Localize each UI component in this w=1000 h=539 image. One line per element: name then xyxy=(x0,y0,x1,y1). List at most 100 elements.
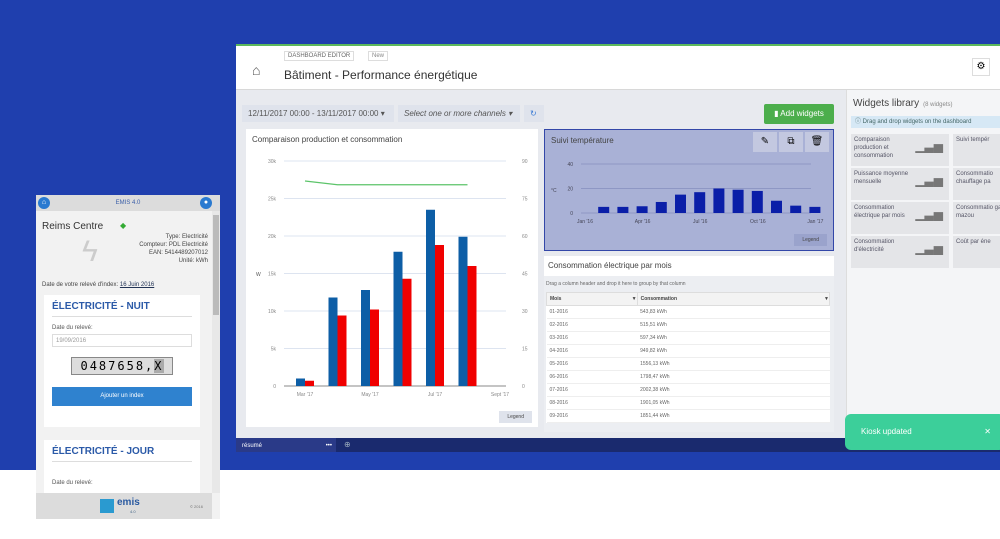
table-row[interactable]: 05-2016 1556,13 kWh xyxy=(546,357,830,371)
x-tick-label: May '17 xyxy=(361,392,379,398)
filter-icon[interactable]: ▼ xyxy=(824,296,829,302)
hint-text: Drag and drop widgets on the dashboard xyxy=(862,119,972,125)
channels-select[interactable]: Select one or more channels ▾ xyxy=(398,105,520,122)
copyright: © 2016 xyxy=(190,504,203,509)
widget-card[interactable]: Consommation électrique par mois ▁▃▅ xyxy=(851,202,949,234)
home-icon[interactable]: ⌂ xyxy=(252,62,260,78)
add-index-button[interactable]: Ajouter un index xyxy=(52,387,192,406)
toast-notification: Kiosk updated ✕ xyxy=(845,414,1000,450)
dashboard-window: ⌂ DASHBOARD EDITOR New Bâtiment - Perfor… xyxy=(236,44,1000,452)
widget-count: (8 widgets) xyxy=(923,102,953,108)
x-tick-label: Apr '16 xyxy=(635,219,651,225)
bar-production xyxy=(426,209,435,386)
table-row[interactable]: 02-2016 515,51 kWh xyxy=(546,318,830,332)
legend-button[interactable]: Legend xyxy=(794,234,827,246)
mobile-app: ⌂ EMIS 4.0 ● Reims Centre ◆ ϟ Type: Elec… xyxy=(36,195,220,519)
meter-ean: EAN: 5414489207012 xyxy=(148,250,208,256)
y-tick-label: 40 xyxy=(567,162,573,168)
refresh-icon[interactable]: ↻ xyxy=(524,105,544,122)
gear-icon[interactable]: ⚙ xyxy=(972,58,990,76)
temperature-bar xyxy=(751,190,763,213)
tab-menu-icon[interactable]: ••• xyxy=(326,438,332,452)
meter-unit: Unité: kWh xyxy=(178,258,208,264)
y-axis-label: °C xyxy=(551,188,557,194)
table-cell: 2002,38 kWh xyxy=(637,383,830,397)
date-link[interactable]: 16 Juin 2016 xyxy=(120,282,154,288)
y2-tick-label: 90 xyxy=(522,159,528,165)
filter-icon[interactable]: ▼ xyxy=(632,296,637,302)
temperature-bar xyxy=(655,201,667,213)
bar-production xyxy=(393,251,403,386)
dashboard-editor-dropdown[interactable]: DASHBOARD EDITOR xyxy=(284,51,355,61)
legend-button[interactable]: Legend xyxy=(499,411,532,423)
x-tick-label: Jan '16 xyxy=(577,219,593,225)
table-cell: 597,34 kWh xyxy=(637,331,830,345)
date-range-select[interactable]: 12/11/2017 00:00 - 13/11/2017 00:00 ▾ xyxy=(242,105,394,122)
home-icon[interactable]: ⌂ xyxy=(38,197,50,209)
date-input[interactable]: 19/09/2016 xyxy=(52,334,192,347)
table-row[interactable]: 03-2016 597,34 kWh xyxy=(546,331,830,345)
table-cell: 01-2016 xyxy=(546,305,638,319)
meter-counter: Compteur: PDL Electricité xyxy=(139,242,208,248)
widget-card-label: Consommatio chauffage pa xyxy=(956,171,994,185)
close-icon[interactable]: ✕ xyxy=(984,414,991,450)
widget-card[interactable]: Consommatio chauffage pa▁▃▅ xyxy=(953,168,1000,200)
widget-card[interactable]: Puissance moyenne mensuelle ▁▃▅ xyxy=(851,168,949,200)
card-nuit: ÉLECTRICITÉ - NUIT Date du relevé: 19/09… xyxy=(44,295,200,427)
new-button[interactable]: New xyxy=(368,51,389,61)
map-icon[interactable]: ◆ xyxy=(120,221,126,230)
widget-card-label: Comparaison production et consommation xyxy=(854,137,894,159)
logo-version: 4.0 xyxy=(130,509,136,514)
widget-card[interactable]: Consommatio gaz et mazou▁▃▅ xyxy=(953,202,1000,234)
index-counter-input[interactable]: 0487658,X xyxy=(71,357,173,375)
bar-production xyxy=(328,297,338,386)
table-row[interactable]: 04-2016 949,82 kWh xyxy=(546,344,830,358)
bar-production xyxy=(296,378,305,386)
header-label: Consommation xyxy=(640,296,677,302)
column-header-mois[interactable]: Mois ▼ xyxy=(546,292,638,306)
widget-card[interactable]: Consommation d'électricité ▁▃▅ xyxy=(851,236,949,268)
table-cell: 08-2016 xyxy=(546,396,638,410)
temperature-bar xyxy=(809,206,821,213)
section-title: ÉLECTRICITÉ - JOUR xyxy=(52,440,192,462)
table-cell: 09-2016 xyxy=(546,409,638,423)
y2-tick-label: 15 xyxy=(522,347,528,353)
tab-resume[interactable]: résumé ••• xyxy=(236,438,336,452)
date-label: Date de votre relevé d'index: xyxy=(42,282,119,288)
scrollbar[interactable] xyxy=(212,211,220,493)
field-label: Date du relevé: xyxy=(52,325,93,331)
temperature-bar xyxy=(771,200,782,213)
table-row[interactable]: 09-2016 1851,44 kWh xyxy=(546,409,830,423)
chart-panel-temperature[interactable]: Suivi température ✎ ⧉ 🗑 0 20 40 °C Jan '16 Ap… xyxy=(544,129,834,251)
table-cell: 1901,05 kWh xyxy=(637,396,830,410)
user-icon[interactable]: ● xyxy=(200,197,212,209)
table-cell: 06-2016 xyxy=(546,370,638,384)
production-chart: 0 0 5k 15 10k 30 15k 45 20k 60 25k 75 30k 90 W Mar '17 M… xyxy=(256,159,528,398)
table-cell: 1556,13 kWh xyxy=(637,357,830,371)
chart-panel-production: Comparaison production et consommation 0… xyxy=(246,129,538,427)
widget-card[interactable]: Comparaison production et consommation ▁▃… xyxy=(851,134,949,166)
bar-consommation xyxy=(370,309,379,386)
y2-tick-label: 30 xyxy=(522,309,528,315)
x-tick-label: Oct '16 xyxy=(750,219,766,225)
table-cell: 949,82 kWh xyxy=(637,344,830,358)
widget-card-label: Consommation électrique par mois xyxy=(854,205,905,219)
widget-card[interactable]: Suivi tempér▁▃▅ xyxy=(953,134,1000,166)
temperature-bar xyxy=(790,205,802,213)
table-row[interactable]: 08-2016 1901,05 kWh xyxy=(546,396,830,410)
add-widgets-button[interactable]: ▮ Add widgets xyxy=(764,104,834,124)
table-title: Consommation électrique par mois xyxy=(544,256,834,276)
add-tab-icon[interactable]: ⊕ xyxy=(344,440,351,449)
table-row[interactable]: 07-2016 2002,38 kWh xyxy=(546,383,830,397)
line-series xyxy=(304,180,468,186)
widget-card[interactable]: Coût par éne▁▃▅ xyxy=(953,236,1000,268)
y-tick-label: 20k xyxy=(268,234,277,240)
temperature-bar xyxy=(694,192,706,213)
index-decimal: X xyxy=(154,359,164,373)
table-row[interactable]: 01-2016 543,83 kWh xyxy=(546,305,830,319)
column-header-consommation[interactable]: Consommation ▼ xyxy=(636,292,831,306)
table-row[interactable]: 06-2016 1798,47 kWh xyxy=(546,370,830,384)
field-label: Date du relevé: xyxy=(52,480,93,486)
y-tick-label: 15k xyxy=(268,272,277,278)
bar-consommation xyxy=(402,278,412,386)
